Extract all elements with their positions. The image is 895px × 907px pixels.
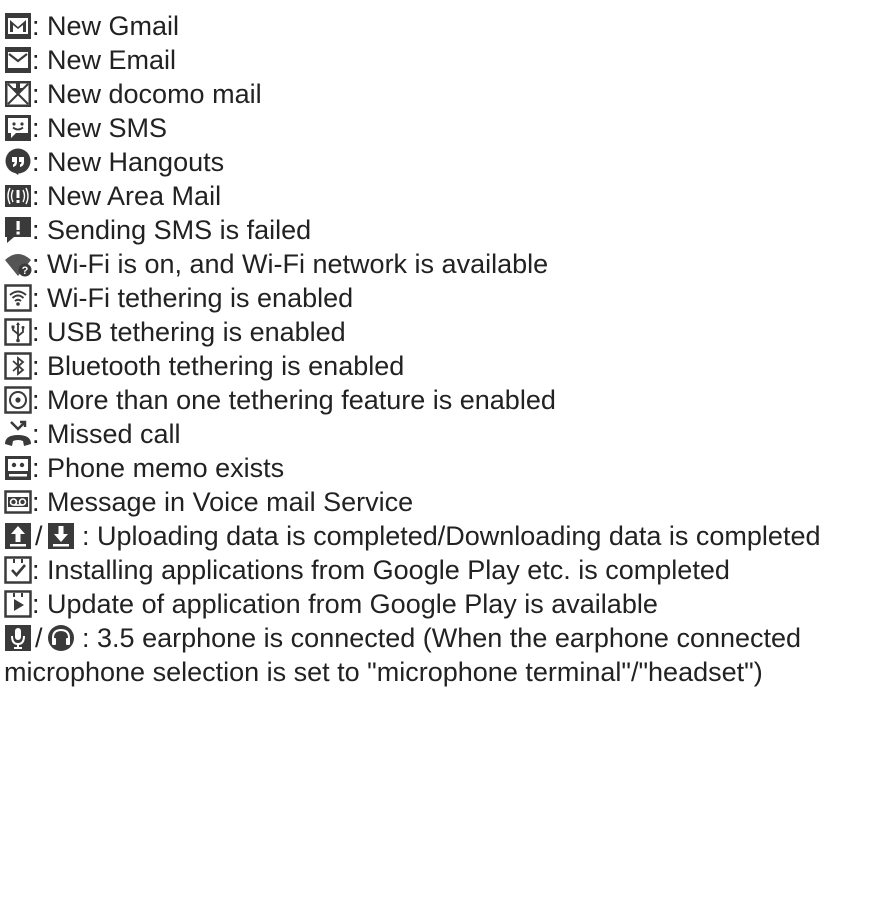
item-label: : More than one tethering feature is ena… <box>32 385 556 415</box>
list-item: : Installing applications from Google Pl… <box>4 553 891 587</box>
list-item: : USB tethering is enabled <box>4 315 891 349</box>
voicemail-icon <box>4 488 32 516</box>
item-label: : Wi-Fi tethering is enabled <box>32 283 354 313</box>
wifi-tethering-icon <box>4 284 32 312</box>
list-item: / : 3.5 earphone is connected (When the … <box>4 621 891 689</box>
item-label: : New docomo mail <box>32 79 262 109</box>
sms-failed-icon <box>4 216 32 244</box>
area-mail-icon <box>4 182 32 210</box>
item-label: : Wi-Fi is on, and Wi-Fi network is avai… <box>32 249 549 279</box>
missed-call-icon <box>4 420 32 448</box>
list-item: ? : Wi-Fi is on, and Wi-Fi network is av… <box>4 247 891 281</box>
update-available-icon <box>4 590 32 618</box>
headset-icon <box>47 624 75 652</box>
svg-text:?: ? <box>22 265 29 277</box>
list-item: : Sending SMS is failed <box>4 213 891 247</box>
item-label: : New SMS <box>32 113 168 143</box>
hangouts-icon <box>4 148 32 176</box>
item-label: : 3.5 earphone is connected (When the ea… <box>4 623 802 687</box>
install-complete-icon <box>4 556 32 584</box>
item-label: : New Area Mail <box>32 181 222 211</box>
list-item: : Missed call <box>4 417 891 451</box>
list-item: / : Uploading data is completed/Download… <box>4 519 891 553</box>
phone-memo-icon <box>4 454 32 482</box>
bluetooth-tethering-icon <box>4 352 32 380</box>
item-label: : New Gmail <box>32 11 180 41</box>
list-item: : Message in Voice mail Service <box>4 485 891 519</box>
list-item: : New Email <box>4 43 891 77</box>
item-label: : Sending SMS is failed <box>32 215 312 245</box>
list-item: : More than one tethering feature is ena… <box>4 383 891 417</box>
list-item: : Bluetooth tethering is enabled <box>4 349 891 383</box>
item-label: : Installing applications from Google Pl… <box>32 555 730 585</box>
gmail-icon <box>4 12 32 40</box>
list-item: : New SMS <box>4 111 891 145</box>
item-label: : Phone memo exists <box>32 453 285 483</box>
item-label: : USB tethering is enabled <box>32 317 346 347</box>
list-item: : New Hangouts <box>4 145 891 179</box>
microphone-icon <box>4 624 32 652</box>
list-item: : New Area Mail <box>4 179 891 213</box>
docomo-mail-icon <box>4 80 32 108</box>
list-item: : New docomo mail <box>4 77 891 111</box>
status-icon-list: : New Gmail : New Email : New docomo mai… <box>4 9 891 689</box>
upload-complete-icon <box>4 522 32 550</box>
download-complete-icon <box>47 522 75 550</box>
list-item: : Wi-Fi tethering is enabled <box>4 281 891 315</box>
item-label: : Bluetooth tethering is enabled <box>32 351 405 381</box>
usb-tethering-icon <box>4 318 32 346</box>
multi-tethering-icon <box>4 386 32 414</box>
item-label: : New Email <box>32 45 177 75</box>
list-item: : Phone memo exists <box>4 451 891 485</box>
separator: / <box>35 623 43 653</box>
sms-icon <box>4 114 32 142</box>
wifi-available-icon: ? <box>4 250 32 278</box>
list-item: : Update of application from Google Play… <box>4 587 891 621</box>
list-item: : New Gmail <box>4 9 891 43</box>
item-label: : Uploading data is completed/Downloadin… <box>82 521 821 551</box>
separator: / <box>35 521 43 551</box>
email-icon <box>4 46 32 74</box>
item-label: : Message in Voice mail Service <box>32 487 414 517</box>
item-label: : Update of application from Google Play… <box>32 589 658 619</box>
item-label: : New Hangouts <box>32 147 225 177</box>
item-label: : Missed call <box>32 419 181 449</box>
